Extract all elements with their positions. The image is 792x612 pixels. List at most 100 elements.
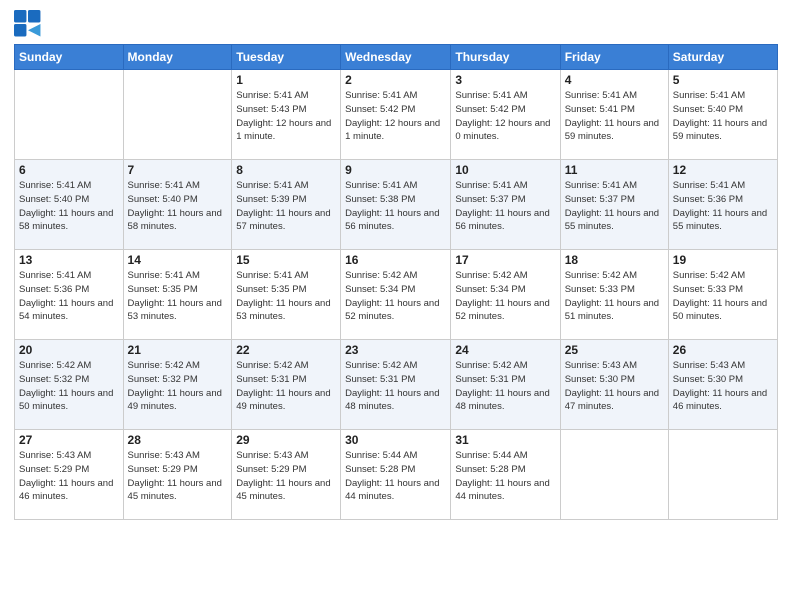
day-info: Sunrise: 5:42 AMSunset: 5:33 PMDaylight:… — [673, 269, 773, 324]
day-number: 26 — [673, 343, 773, 357]
calendar-cell: 1 Sunrise: 5:41 AMSunset: 5:43 PMDaylight… — [232, 70, 341, 160]
day-number: 8 — [236, 163, 336, 177]
day-number: 21 — [128, 343, 228, 357]
weekday-header-wednesday: Wednesday — [341, 45, 451, 70]
weekday-header-monday: Monday — [123, 45, 232, 70]
day-number: 19 — [673, 253, 773, 267]
calendar-cell: 5 Sunrise: 5:41 AMSunset: 5:40 PMDaylight… — [668, 70, 777, 160]
calendar-cell: 21 Sunrise: 5:42 AMSunset: 5:32 PMDayligh… — [123, 340, 232, 430]
calendar-cell: 30 Sunrise: 5:44 AMSunset: 5:28 PMDayligh… — [341, 430, 451, 520]
calendar-cell: 4 Sunrise: 5:41 AMSunset: 5:41 PMDaylight… — [560, 70, 668, 160]
day-info: Sunrise: 5:41 AMSunset: 5:35 PMDaylight:… — [236, 269, 336, 324]
day-number: 25 — [565, 343, 664, 357]
week-row-5: 27 Sunrise: 5:43 AMSunset: 5:29 PMDayligh… — [15, 430, 778, 520]
calendar-cell: 7 Sunrise: 5:41 AMSunset: 5:40 PMDaylight… — [123, 160, 232, 250]
weekday-header-friday: Friday — [560, 45, 668, 70]
calendar-cell: 28 Sunrise: 5:43 AMSunset: 5:29 PMDayligh… — [123, 430, 232, 520]
calendar-cell: 6Sunrise: 5:41 AMSunset: 5:40 PMDaylight… — [15, 160, 124, 250]
calendar-table: SundayMondayTuesdayWednesdayThursdayFrid… — [14, 44, 778, 520]
day-info: Sunrise: 5:42 AMSunset: 5:31 PMDaylight:… — [236, 359, 336, 414]
day-info: Sunrise: 5:41 AMSunset: 5:42 PMDaylight:… — [455, 89, 555, 144]
day-number: 18 — [565, 253, 664, 267]
calendar-cell: 9 Sunrise: 5:41 AMSunset: 5:38 PMDaylight… — [341, 160, 451, 250]
calendar-cell: 19 Sunrise: 5:42 AMSunset: 5:33 PMDayligh… — [668, 250, 777, 340]
day-info: Sunrise: 5:41 AMSunset: 5:36 PMDaylight:… — [19, 269, 119, 324]
day-number: 2 — [345, 73, 446, 87]
week-row-4: 20Sunrise: 5:42 AMSunset: 5:32 PMDayligh… — [15, 340, 778, 430]
calendar-cell: 10 Sunrise: 5:41 AMSunset: 5:37 PMDayligh… — [451, 160, 560, 250]
weekday-header-sunday: Sunday — [15, 45, 124, 70]
day-info: Sunrise: 5:42 AMSunset: 5:32 PMDaylight:… — [19, 359, 119, 414]
day-info: Sunrise: 5:41 AMSunset: 5:40 PMDaylight:… — [673, 89, 773, 144]
day-info: Sunrise: 5:42 AMSunset: 5:31 PMDaylight:… — [455, 359, 555, 414]
day-number: 5 — [673, 73, 773, 87]
day-info: Sunrise: 5:41 AMSunset: 5:37 PMDaylight:… — [455, 179, 555, 234]
calendar-cell: 13Sunrise: 5:41 AMSunset: 5:36 PMDayligh… — [15, 250, 124, 340]
day-info: Sunrise: 5:41 AMSunset: 5:43 PMDaylight:… — [236, 89, 336, 144]
calendar-cell: 27 Sunrise: 5:43 AMSunset: 5:29 PMDayligh… — [15, 430, 124, 520]
day-number: 9 — [345, 163, 446, 177]
day-number: 6 — [19, 163, 119, 177]
day-info: Sunrise: 5:41 AMSunset: 5:37 PMDaylight:… — [565, 179, 664, 234]
day-info: Sunrise: 5:41 AMSunset: 5:40 PMDaylight:… — [128, 179, 228, 234]
day-info: Sunrise: 5:41 AMSunset: 5:42 PMDaylight:… — [345, 89, 446, 144]
calendar-cell: 20Sunrise: 5:42 AMSunset: 5:32 PMDayligh… — [15, 340, 124, 430]
day-number: 10 — [455, 163, 555, 177]
day-info: Sunrise: 5:43 AMSunset: 5:29 PMDaylight:… — [19, 449, 119, 504]
day-number: 1 — [236, 73, 336, 87]
calendar-cell: 2 Sunrise: 5:41 AMSunset: 5:42 PMDaylight… — [341, 70, 451, 160]
calendar-body: 1 Sunrise: 5:41 AMSunset: 5:43 PMDaylight… — [15, 70, 778, 520]
calendar-cell: 8Sunrise: 5:41 AMSunset: 5:39 PMDaylight… — [232, 160, 341, 250]
day-number: 28 — [128, 433, 228, 447]
day-number: 15 — [236, 253, 336, 267]
weekday-header-thursday: Thursday — [451, 45, 560, 70]
day-number: 7 — [128, 163, 228, 177]
calendar-cell: 16 Sunrise: 5:42 AMSunset: 5:34 PMDayligh… — [341, 250, 451, 340]
calendar-cell: 12Sunrise: 5:41 AMSunset: 5:36 PMDayligh… — [668, 160, 777, 250]
calendar-cell — [668, 430, 777, 520]
day-info: Sunrise: 5:44 AMSunset: 5:28 PMDaylight:… — [455, 449, 555, 504]
day-number: 16 — [345, 253, 446, 267]
day-number: 11 — [565, 163, 664, 177]
day-info: Sunrise: 5:41 AMSunset: 5:35 PMDaylight:… — [128, 269, 228, 324]
calendar-cell: 25 Sunrise: 5:43 AMSunset: 5:30 PMDayligh… — [560, 340, 668, 430]
day-info: Sunrise: 5:41 AMSunset: 5:38 PMDaylight:… — [345, 179, 446, 234]
day-info: Sunrise: 5:43 AMSunset: 5:29 PMDaylight:… — [236, 449, 336, 504]
day-info: Sunrise: 5:42 AMSunset: 5:33 PMDaylight:… — [565, 269, 664, 324]
week-row-1: 1 Sunrise: 5:41 AMSunset: 5:43 PMDaylight… — [15, 70, 778, 160]
day-info: Sunrise: 5:44 AMSunset: 5:28 PMDaylight:… — [345, 449, 446, 504]
day-number: 29 — [236, 433, 336, 447]
day-number: 3 — [455, 73, 555, 87]
calendar-cell — [15, 70, 124, 160]
calendar-cell — [560, 430, 668, 520]
day-number: 30 — [345, 433, 446, 447]
day-number: 31 — [455, 433, 555, 447]
calendar-cell: 14 Sunrise: 5:41 AMSunset: 5:35 PMDayligh… — [123, 250, 232, 340]
calendar-cell: 29 Sunrise: 5:43 AMSunset: 5:29 PMDayligh… — [232, 430, 341, 520]
weekday-header-saturday: Saturday — [668, 45, 777, 70]
day-number: 23 — [345, 343, 446, 357]
weekday-header-tuesday: Tuesday — [232, 45, 341, 70]
day-number: 17 — [455, 253, 555, 267]
day-info: Sunrise: 5:43 AMSunset: 5:30 PMDaylight:… — [565, 359, 664, 414]
logo-icon — [14, 10, 42, 38]
calendar-cell: 18 Sunrise: 5:42 AMSunset: 5:33 PMDayligh… — [560, 250, 668, 340]
calendar-cell: 31 Sunrise: 5:44 AMSunset: 5:28 PMDayligh… — [451, 430, 560, 520]
day-info: Sunrise: 5:41 AMSunset: 5:41 PMDaylight:… — [565, 89, 664, 144]
day-number: 24 — [455, 343, 555, 357]
day-info: Sunrise: 5:42 AMSunset: 5:32 PMDaylight:… — [128, 359, 228, 414]
calendar-cell: 17Sunrise: 5:42 AMSunset: 5:34 PMDayligh… — [451, 250, 560, 340]
header — [14, 10, 778, 38]
day-info: Sunrise: 5:42 AMSunset: 5:34 PMDaylight:… — [345, 269, 446, 324]
day-info: Sunrise: 5:43 AMSunset: 5:30 PMDaylight:… — [673, 359, 773, 414]
week-row-2: 6 Sunrise: 5:41 AMSunset: 5:40 PMDaylight… — [15, 160, 778, 250]
calendar-cell: 15 Sunrise: 5:41 AMSunset: 5:35 PMDayligh… — [232, 250, 341, 340]
page: SundayMondayTuesdayWednesdayThursdayFrid… — [0, 0, 792, 612]
day-number: 27 — [19, 433, 119, 447]
day-number: 4 — [565, 73, 664, 87]
calendar-cell — [123, 70, 232, 160]
day-info: Sunrise: 5:43 AMSunset: 5:29 PMDaylight:… — [128, 449, 228, 504]
day-number: 14 — [128, 253, 228, 267]
calendar-cell: 26 Sunrise: 5:43 AMSunset: 5:30 PMDayligh… — [668, 340, 777, 430]
day-info: Sunrise: 5:42 AMSunset: 5:31 PMDaylight:… — [345, 359, 446, 414]
